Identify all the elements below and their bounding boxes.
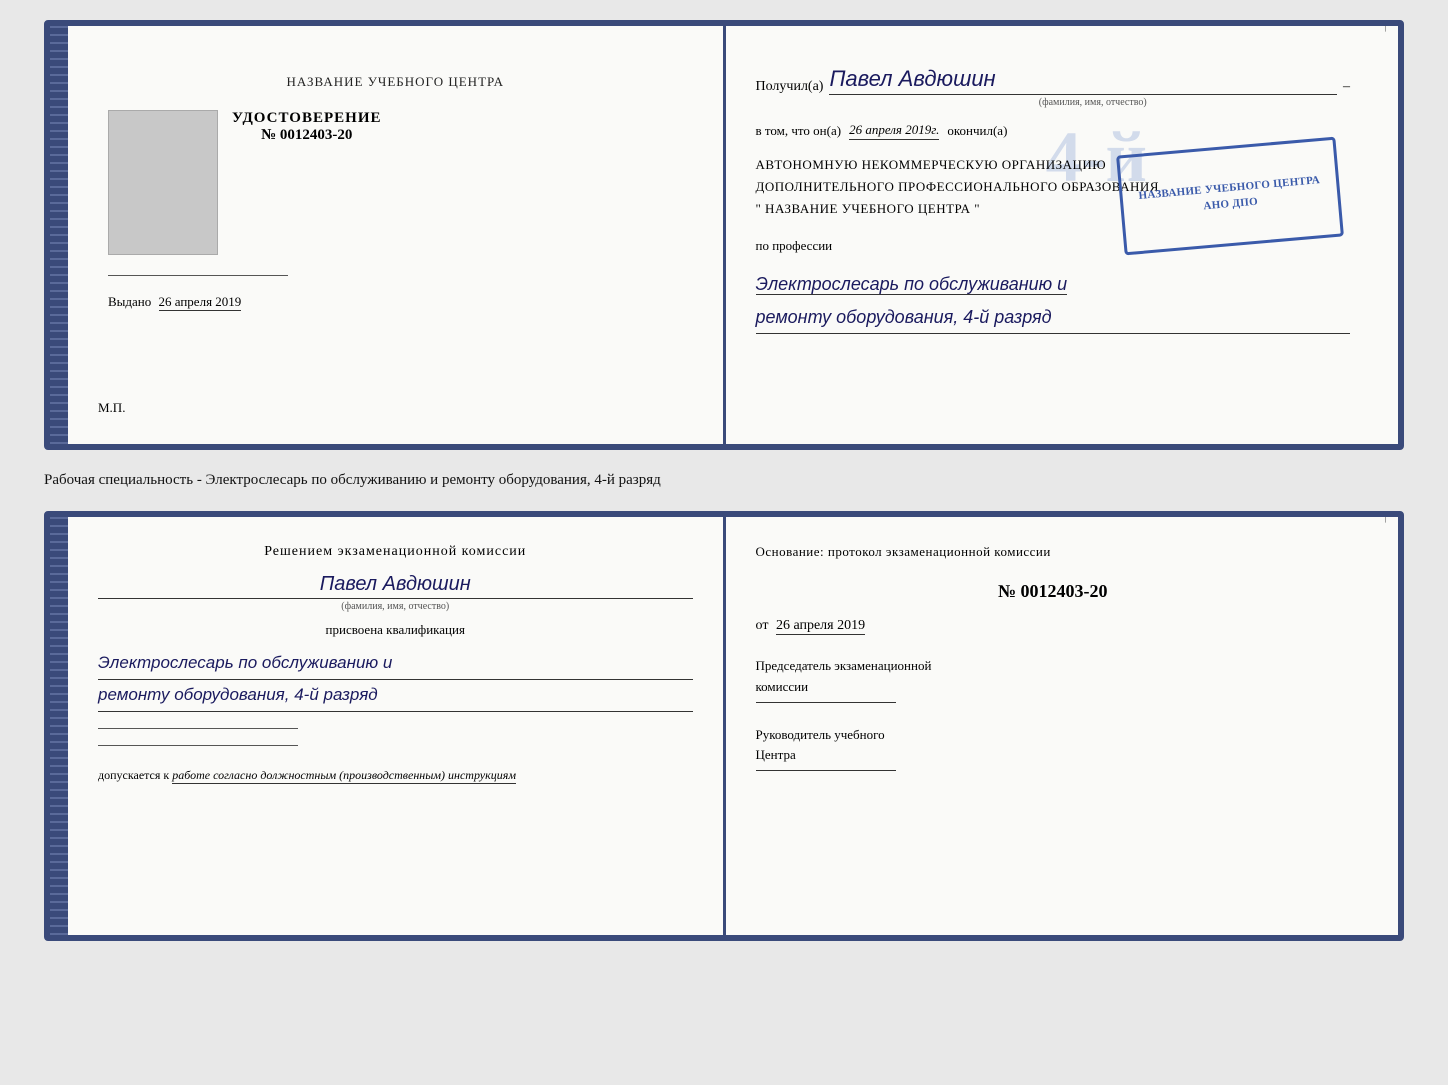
udostoverenie-block: УДОСТОВЕРЕНИЕ № 0012403-20 [232, 110, 382, 144]
top-document: НАЗВАНИЕ УЧЕБНОГО ЦЕНТРА УДОСТОВЕРЕНИЕ №… [44, 20, 1404, 450]
spine-left-bottom [50, 517, 68, 935]
bottom-fio-hint: (фамилия, имя, отчество) [98, 601, 693, 612]
ot-date: 26 апреля 2019 [776, 618, 865, 635]
mp-line: М.П. [98, 400, 125, 416]
bottom-name: Павел Авдюшин [98, 573, 693, 599]
udostoverenie-num: № 0012403-20 [232, 127, 382, 144]
dash: – [1343, 79, 1350, 95]
profession-line2: ремонту оборудования, 4-й разряд [756, 301, 1351, 334]
chairman-block: Председатель экзаменационной комиссии [756, 656, 1351, 703]
stamp-inner: НАЗВАНИЕ УЧЕБНОГО ЦЕНТРА АНО ДПО [1138, 172, 1322, 221]
vtom-label: в том, что он(а) [756, 123, 842, 139]
osnov-num: № 0012403-20 [756, 581, 1351, 602]
vtom-date: 26 апреля 2019г. [849, 122, 939, 140]
top-doc-right: Получил(а) Павел Авдюшин – (фамилия, имя… [726, 26, 1381, 444]
bottom-doc-left: Решением экзаменационной комиссии Павел … [68, 517, 726, 935]
director-block: Руководитель учебного Центра [756, 725, 1351, 772]
udostoverenie-title: УДОСТОВЕРЕНИЕ [232, 110, 382, 127]
ot-label: от [756, 618, 769, 633]
poluchil-label: Получил(а) [756, 79, 824, 95]
okonchil-label: окончил(а) [947, 123, 1007, 139]
photo-placeholder [108, 110, 218, 255]
vydano-line: Выдано 26 апреля 2019 [108, 294, 241, 310]
bottom-name-block: Павел Авдюшин (фамилия, имя, отчество) [98, 573, 693, 612]
dopuskaetsya-text: работе согласно должностным (производств… [172, 768, 516, 784]
spine-left [50, 26, 68, 444]
top-doc-left: НАЗВАНИЕ УЧЕБНОГО ЦЕНТРА УДОСТОВЕРЕНИЕ №… [68, 26, 726, 444]
vydano-label: Выдано [108, 294, 151, 309]
chairman-sig-line [756, 702, 896, 703]
poluchil-row: Получил(а) Павел Авдюшин – [756, 66, 1351, 95]
right-labels-top: –––иа←–– [1380, 26, 1398, 444]
dopuskaetsya-label: допускается к [98, 768, 169, 782]
chairman-line2: комиссии [756, 677, 1351, 698]
director-line2: Центра [756, 745, 1351, 766]
poluchil-name: Павел Авдюшин [829, 66, 1337, 95]
middle-text: Рабочая специальность - Электрослесарь п… [44, 468, 1404, 493]
director-sig-line [756, 770, 896, 771]
qual-line2: ремонту оборудования, 4-й разряд [98, 680, 693, 712]
director-line1: Руководитель учебного [756, 725, 1351, 746]
fio-small-top: (фамилия, имя, отчество) [836, 97, 1351, 108]
dopuskaetsya-block: допускается к работе согласно должностны… [98, 768, 693, 783]
chairman-line1: Председатель экзаменационной [756, 656, 1351, 677]
resheniem-line1: Решением экзаменационной комиссии [264, 544, 526, 559]
vtom-row: в том, что он(а) 26 апреля 2019г. окончи… [756, 122, 1351, 140]
stamp-overlay: НАЗВАНИЕ УЧЕБНОГО ЦЕНТРА АНО ДПО [1116, 137, 1344, 256]
middle-text-content: Рабочая специальность - Электрослесарь п… [44, 472, 661, 488]
bottom-doc-right: Основание: протокол экзаменационной коми… [726, 517, 1381, 935]
profession-line1: Электрослесарь по обслуживанию и [756, 274, 1068, 295]
qual-block: Электрослесарь по обслуживанию и ремонту… [98, 648, 693, 711]
osnov-date: от 26 апреля 2019 [756, 618, 1351, 634]
profession-block: Электрослесарь по обслуживанию и ремонту… [756, 268, 1351, 334]
center-title: НАЗВАНИЕ УЧЕБНОГО ЦЕНТРА [287, 74, 504, 90]
qual-line1: Электрослесарь по обслуживанию и [98, 648, 693, 680]
vydano-date: 26 апреля 2019 [159, 294, 242, 311]
right-labels-bottom: –––иа←––– [1380, 517, 1398, 935]
bottom-document: Решением экзаменационной комиссии Павел … [44, 511, 1404, 941]
prisvoena-line: присвоена квалификация [98, 622, 693, 638]
osnov-title: Основание: протокол экзаменационной коми… [756, 541, 1351, 563]
resheniem-title: Решением экзаменационной комиссии [98, 541, 693, 563]
